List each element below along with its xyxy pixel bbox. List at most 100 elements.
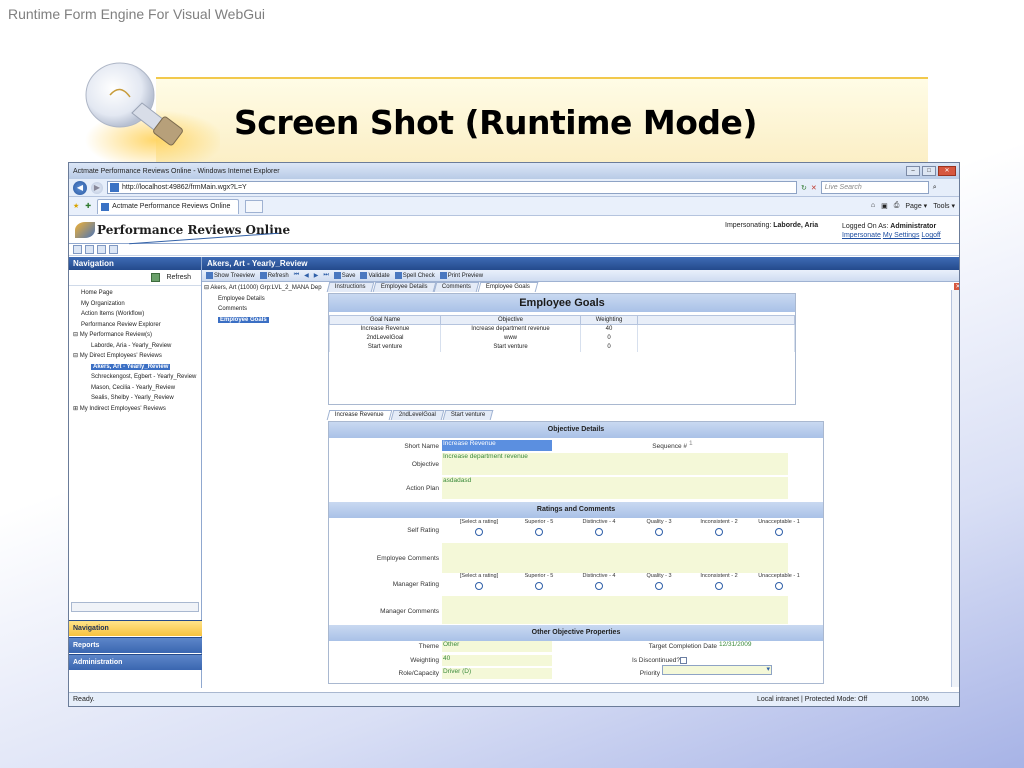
column-header[interactable]: Weighting [580, 315, 638, 325]
objective-field[interactable]: Increase department revenue [442, 453, 788, 475]
refresh-icon[interactable]: ↻ [801, 184, 807, 192]
print-icon[interactable]: ⎙ [894, 202, 900, 210]
review-tree-root[interactable]: ⊟ Akers, Art (11000) Grp:LVL_2_MANA Dep [204, 283, 326, 294]
logoff-link[interactable]: Logoff [921, 232, 940, 239]
tab-instructions[interactable]: Instructions [326, 282, 375, 292]
refresh-small-icon[interactable] [109, 245, 118, 254]
manager-rating-option[interactable]: Unacceptable - 1 [748, 573, 810, 590]
role-field[interactable]: Driver (D) [442, 668, 552, 679]
self-rating-option[interactable]: [Select a rating] [448, 519, 510, 536]
self-rating-option[interactable]: Unacceptable - 1 [748, 519, 810, 536]
search-icon[interactable]: ⌕ [933, 184, 937, 192]
tree-item[interactable]: Laborde, Aria - Yearly_Review [73, 341, 197, 352]
priority-select[interactable] [662, 665, 772, 675]
minimize-button[interactable]: – [906, 166, 920, 176]
action-plan-field[interactable]: asdadasd [442, 477, 788, 499]
table-row[interactable]: Start venture Start venture 0 [329, 342, 795, 352]
tab-employee-details[interactable]: Employee Details [372, 282, 436, 292]
review-tree-item[interactable]: Comments [204, 304, 326, 315]
add-favorite-icon[interactable]: ✚ [85, 202, 91, 210]
manager-rating-option[interactable]: Inconsistent - 2 [688, 573, 750, 590]
stop-icon[interactable]: ✕ [811, 184, 817, 192]
tree-item[interactable]: Sealis, Shelby - Yearly_Review [73, 393, 197, 404]
print-preview-button[interactable]: Print Preview [439, 271, 483, 279]
favorites-star-icon[interactable]: ★ [73, 202, 79, 210]
grid-icon[interactable] [85, 245, 94, 254]
manager-rating-option[interactable]: Distinctive - 4 [568, 573, 630, 590]
back-button[interactable]: ◀ [73, 180, 87, 195]
home-small-icon[interactable] [73, 245, 82, 254]
sequence-field[interactable]: 1 [688, 440, 788, 451]
maximize-button[interactable]: □ [922, 166, 936, 176]
weighting-field[interactable]: 40 [442, 655, 552, 666]
validate-button[interactable]: Validate [360, 271, 390, 279]
my-settings-link[interactable]: My Settings [883, 232, 920, 239]
manager-comments-field[interactable] [442, 596, 788, 624]
next-record-icon[interactable]: ▶ [314, 272, 319, 279]
last-record-icon[interactable]: ⏭ [323, 272, 328, 279]
tab-objective-2[interactable]: 2ndLevelGoal [390, 410, 445, 420]
search-input[interactable]: Live Search [820, 181, 929, 194]
objective-label: Objective [411, 461, 439, 468]
self-rating-option[interactable]: Distinctive - 4 [568, 519, 630, 536]
self-rating-option[interactable]: Superior - 5 [508, 519, 570, 536]
impersonate-link[interactable]: Impersonate [842, 232, 881, 239]
tree-item[interactable]: Mason, Cecilia - Yearly_Review [73, 383, 197, 394]
refresh-button[interactable]: Refresh [259, 271, 289, 279]
spell-check-button[interactable]: Spell Check [394, 271, 435, 279]
feeds-icon[interactable]: ▣ [881, 202, 888, 210]
discontinued-checkbox[interactable] [680, 657, 687, 664]
nav-refresh-button[interactable]: Refresh [166, 274, 191, 281]
refresh-icon[interactable] [151, 273, 161, 282]
table-row[interactable]: 2ndLevelGoal www 0 [329, 333, 795, 343]
window-title: Actmate Performance Reviews Online - Win… [73, 167, 280, 175]
manager-rating-option[interactable]: [Select a rating] [448, 573, 510, 590]
table-row[interactable]: Increase Revenue Increase department rev… [329, 324, 795, 334]
self-rating-option[interactable]: Inconsistent - 2 [688, 519, 750, 536]
forward-button[interactable]: ▶ [91, 181, 103, 194]
short-name-field[interactable]: Increase Revenue [442, 440, 552, 451]
home-icon[interactable]: ⌂ [871, 202, 875, 210]
show-treeview-button[interactable]: Show Treeview [206, 271, 255, 279]
tab-employee-goals[interactable]: Employee Goals [478, 282, 539, 292]
tools-menu[interactable]: Tools ▾ [933, 202, 955, 210]
tree-item[interactable]: Home Page [73, 288, 197, 299]
first-record-icon[interactable]: ⏮ [294, 272, 299, 279]
theme-field[interactable]: Other [442, 641, 552, 652]
page-menu[interactable]: Page ▾ [905, 202, 927, 210]
self-rating-option[interactable]: Quality - 3 [628, 519, 690, 536]
tree-item[interactable]: Schreckengost, Egbert - Yearly_Review [73, 372, 197, 383]
zoom-level[interactable]: 100% [911, 693, 929, 706]
target-date-field[interactable]: 12/31/2009 [718, 641, 788, 652]
column-header[interactable]: Goal Name [329, 315, 441, 325]
manager-rating-option[interactable]: Superior - 5 [508, 573, 570, 590]
employee-comments-field[interactable] [442, 543, 788, 573]
url-field[interactable]: http://localhost:49862/frmMain.wgx?L=Y [107, 181, 797, 194]
tree-item[interactable]: ⊞ My Indirect Employees' Reviews [73, 404, 197, 415]
tree-item[interactable]: ⊟ My Direct Employees' Reviews [73, 351, 197, 362]
review-tree-item-selected[interactable]: Employee Goals [218, 316, 269, 323]
close-button[interactable]: ✕ [938, 166, 956, 176]
nav-section-reports[interactable]: Reports [69, 637, 202, 653]
content-vertical-scrollbar[interactable] [951, 290, 959, 687]
list-icon[interactable] [97, 245, 106, 254]
nav-section-navigation[interactable]: Navigation [69, 620, 202, 636]
prev-record-icon[interactable]: ◀ [304, 272, 309, 279]
browser-tab[interactable]: Actmate Performance Reviews Online [97, 198, 240, 214]
nav-horizontal-scrollbar[interactable] [71, 602, 199, 612]
manager-rating-option[interactable]: Quality - 3 [628, 573, 690, 590]
short-name-label: Short Name [404, 443, 439, 450]
tree-item[interactable]: My Organization [73, 299, 197, 310]
tree-item[interactable]: ⊟ My Performance Review(s) [73, 330, 197, 341]
tab-objective-1[interactable]: Increase Revenue [326, 410, 393, 420]
tree-item[interactable]: Action Items (Workflow) [73, 309, 197, 320]
column-header[interactable]: Objective [440, 315, 581, 325]
tree-item-selected[interactable]: Akers, Art - Yearly_Review [91, 363, 171, 370]
review-tree-item[interactable]: Employee Details [204, 294, 326, 305]
tree-item[interactable]: Performance Review Explorer [73, 320, 197, 331]
nav-section-administration[interactable]: Administration [69, 654, 202, 670]
save-button[interactable]: Save [333, 271, 355, 279]
tab-objective-3[interactable]: Start venture [442, 410, 494, 420]
tab-comments[interactable]: Comments [434, 282, 480, 292]
new-tab-button[interactable] [245, 199, 264, 213]
